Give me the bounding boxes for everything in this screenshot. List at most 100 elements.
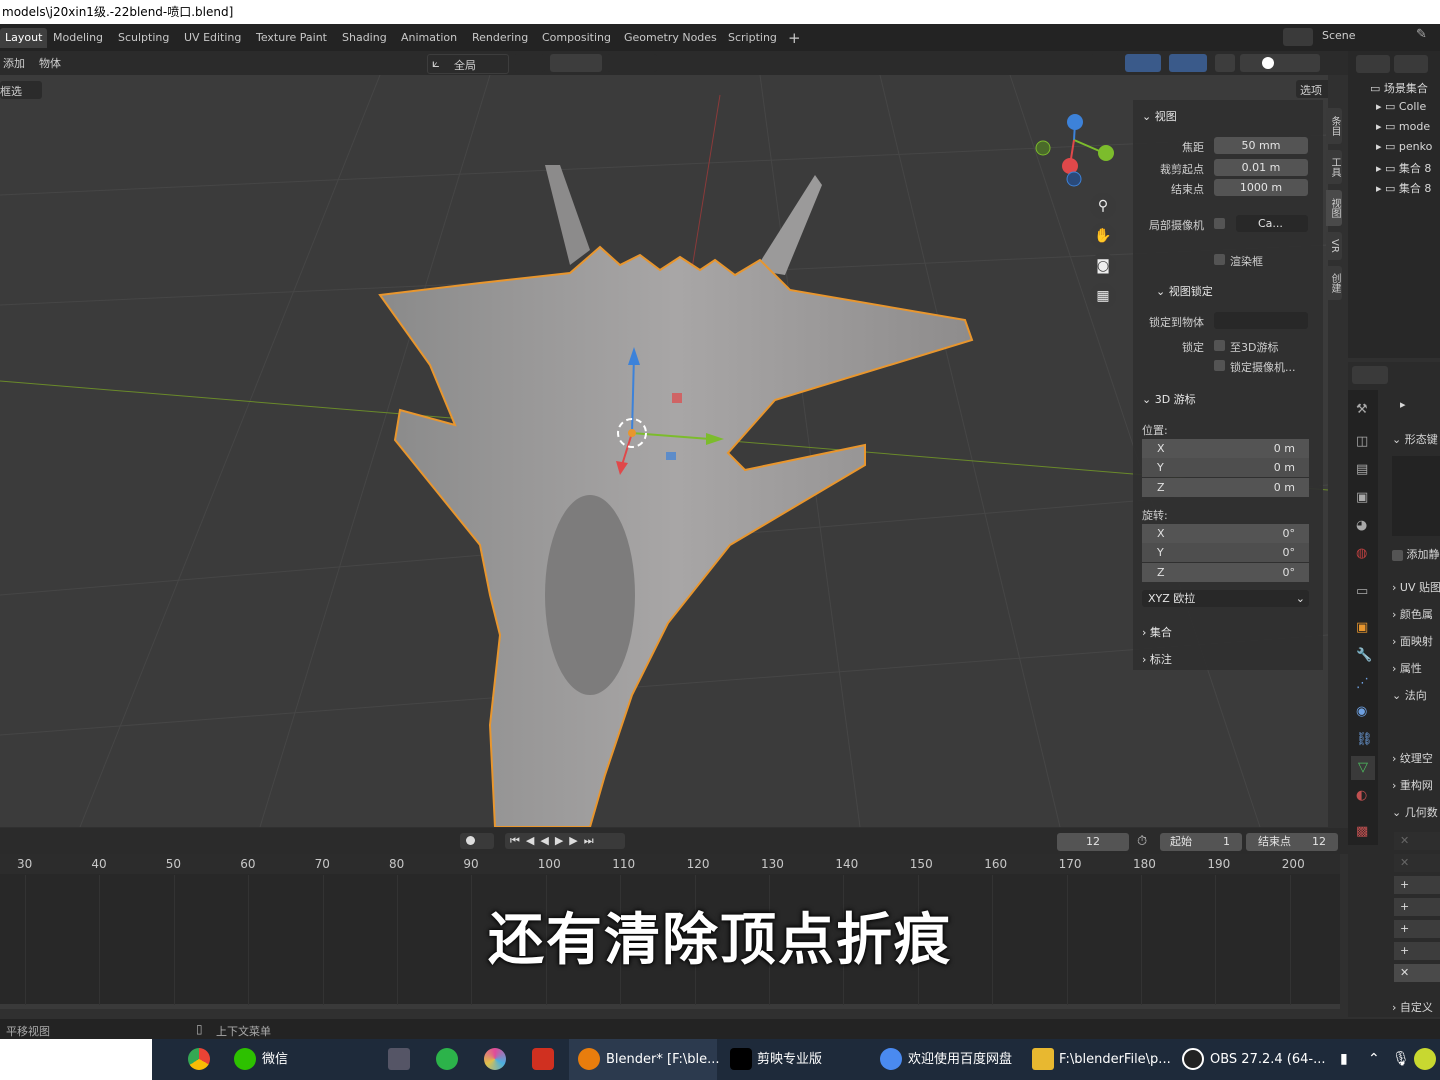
shape-keys-panel[interactable]: ⌄ 形态键: [1392, 431, 1438, 447]
view-layer-tab-icon[interactable]: ▣: [1356, 490, 1368, 505]
baidu-netdisk-icon[interactable]: [880, 1048, 902, 1070]
physics-tab-icon[interactable]: ◉: [1356, 704, 1367, 719]
3d-viewport[interactable]: ⚲ ✋ ◙ ▦ 框选 选项: [0, 75, 1328, 827]
cursor-rotation-y[interactable]: Y 0°: [1142, 543, 1309, 562]
wechat-icon[interactable]: [234, 1048, 256, 1070]
face-maps-panel[interactable]: › 面映射: [1392, 633, 1433, 649]
tab-compositing[interactable]: Compositing: [537, 28, 616, 48]
shading-mode-buttons[interactable]: [1240, 54, 1320, 72]
tray-chevron-up-icon[interactable]: ⌃: [1368, 1039, 1380, 1080]
lock-camera-checkbox[interactable]: [1214, 360, 1225, 371]
tray-app-icon[interactable]: [1414, 1048, 1436, 1070]
color-attributes-panel[interactable]: › 颜色属: [1392, 606, 1433, 622]
search-box[interactable]: [0, 1039, 152, 1080]
constraints-tab-icon[interactable]: ⛓: [1356, 732, 1373, 747]
geometry-data-panel[interactable]: ⌄ 几何数: [1392, 804, 1438, 820]
view-section-header[interactable]: ⌄ 视图: [1142, 108, 1177, 124]
folder-icon[interactable]: [1032, 1048, 1054, 1070]
tab-uv-editing[interactable]: UV Editing: [179, 28, 246, 48]
output-tab-icon[interactable]: ▤: [1356, 462, 1368, 477]
object-tab-icon[interactable]: ▣: [1356, 620, 1368, 635]
camera-view-icon[interactable]: ◙: [1090, 253, 1116, 279]
outliner-item[interactable]: ▸ ▭ Colle: [1376, 100, 1426, 113]
tab-view[interactable]: 视图: [1326, 190, 1342, 226]
collection-tab-icon[interactable]: ▭: [1356, 584, 1368, 599]
end-frame-field[interactable]: 结束点 12: [1246, 833, 1338, 851]
render-region-checkbox[interactable]: [1214, 254, 1225, 265]
capcut-icon[interactable]: [730, 1048, 752, 1070]
tab-vr[interactable]: VR: [1326, 232, 1342, 260]
cursor-location-y[interactable]: Y 0 m: [1142, 458, 1309, 477]
normals-panel[interactable]: ⌄ 法向: [1392, 687, 1427, 703]
tool-tab-icon[interactable]: ⚒: [1356, 402, 1368, 417]
zoom-icon[interactable]: ⚲: [1090, 193, 1116, 219]
aircraft-mesh[interactable]: [378, 165, 974, 827]
clear-custom-split-icon[interactable]: ✕: [1394, 832, 1440, 850]
rotation-mode-dropdown[interactable]: XYZ 欧拉 ⌄: [1142, 590, 1309, 607]
local-camera-field[interactable]: Ca...: [1236, 215, 1308, 232]
stopwatch-icon[interactable]: ⏱: [1137, 834, 1147, 849]
tab-sculpting[interactable]: Sculpting: [113, 28, 174, 48]
scene-name[interactable]: Scene: [1322, 29, 1356, 42]
cursor-section-header[interactable]: ⌄ 3D 游标: [1142, 391, 1196, 407]
texture-tab-icon[interactable]: ▩: [1356, 824, 1368, 839]
battery-icon[interactable]: ▮: [1340, 1039, 1348, 1080]
taskbar-capcut[interactable]: 剪映专业版: [757, 1039, 822, 1080]
microphone-icon[interactable]: 🎙: [1392, 1039, 1410, 1080]
add-workspace-button[interactable]: +: [783, 28, 806, 48]
outliner-scene-collection[interactable]: ▭ 场景集合: [1370, 80, 1428, 96]
navigation-gizmo[interactable]: [1035, 114, 1114, 187]
render-tab-icon[interactable]: ◫: [1356, 434, 1368, 449]
cursor-location-z[interactable]: Z 0 m: [1142, 478, 1309, 497]
record-icon[interactable]: [460, 833, 494, 849]
outliner-item[interactable]: ▸ ▭ penko: [1376, 140, 1432, 153]
tab-create[interactable]: 创建: [1326, 266, 1342, 300]
scene-selector-icon[interactable]: [1283, 28, 1313, 46]
modifier-tab-icon[interactable]: 🔧: [1356, 648, 1372, 663]
custom-properties-panel[interactable]: › 自定义: [1392, 999, 1433, 1015]
expand-icon[interactable]: ▸: [1400, 398, 1406, 411]
snap-icon[interactable]: [550, 54, 602, 72]
clip-end-field[interactable]: 1000 m: [1214, 179, 1308, 196]
clip-start-field[interactable]: 0.01 m: [1214, 159, 1308, 176]
taskbar-obs[interactable]: OBS 27.2.4 (64-...: [1210, 1039, 1326, 1080]
focal-length-field[interactable]: 50 mm: [1214, 137, 1308, 154]
outliner-item[interactable]: ▸ ▭ 集合 8: [1376, 160, 1431, 176]
pivot-point-icon[interactable]: [513, 54, 545, 72]
tab-layout[interactable]: Layout: [0, 28, 48, 48]
annotations-section-header[interactable]: › 标注: [1142, 651, 1172, 667]
material-tab-icon[interactable]: ◐: [1356, 788, 1367, 803]
xray-toggle-icon[interactable]: [1215, 54, 1235, 72]
overlay-toggle-icon[interactable]: [1169, 54, 1207, 72]
particles-tab-icon[interactable]: ⋰: [1356, 676, 1369, 691]
taskbar-blender[interactable]: Blender* [F:\ble...: [606, 1039, 720, 1080]
tab-tool[interactable]: 工具: [1326, 150, 1342, 184]
remesh-panel[interactable]: › 重构网: [1392, 777, 1433, 793]
taskbar-wechat[interactable]: 微信: [262, 1039, 288, 1080]
tab-geometry-nodes[interactable]: Geometry Nodes: [619, 28, 722, 48]
clear-skin-data-icon[interactable]: ✕: [1394, 854, 1440, 872]
add-rest-checkbox[interactable]: [1392, 549, 1403, 561]
options-dropdown[interactable]: 选项: [1296, 80, 1328, 98]
tab-rendering[interactable]: Rendering: [467, 28, 533, 48]
visibility-icon[interactable]: [1090, 54, 1120, 72]
pan-hand-icon[interactable]: ✋: [1090, 223, 1116, 249]
transform-orientation-dropdown[interactable]: 全局 ⟀: [427, 54, 509, 74]
cursor-location-x[interactable]: X 0 m: [1142, 439, 1309, 458]
timeline-scrollbar[interactable]: [0, 1004, 1340, 1009]
app-icon[interactable]: [388, 1048, 410, 1070]
lock-to-cursor-checkbox[interactable]: [1214, 340, 1225, 351]
outliner-display-mode-icon[interactable]: [1356, 55, 1390, 73]
outliner-item[interactable]: ▸ ▭ mode: [1376, 120, 1430, 133]
cursor-rotation-z[interactable]: Z 0°: [1142, 563, 1309, 582]
local-camera-checkbox[interactable]: [1214, 218, 1225, 229]
tab-item[interactable]: 条目: [1326, 108, 1342, 144]
gizmo-toggle-icon[interactable]: [1125, 54, 1161, 72]
select-mode-dropdown[interactable]: 框选: [0, 81, 42, 99]
playback-controls[interactable]: ⏮◀◀▶▶⏭: [505, 833, 625, 849]
tab-modeling[interactable]: Modeling: [48, 28, 108, 48]
properties-editor-type-icon[interactable]: [1352, 366, 1388, 384]
obs-icon[interactable]: [1182, 1048, 1204, 1070]
menu-add[interactable]: 添加: [3, 55, 25, 71]
pin-icon[interactable]: ✎: [1416, 27, 1427, 42]
